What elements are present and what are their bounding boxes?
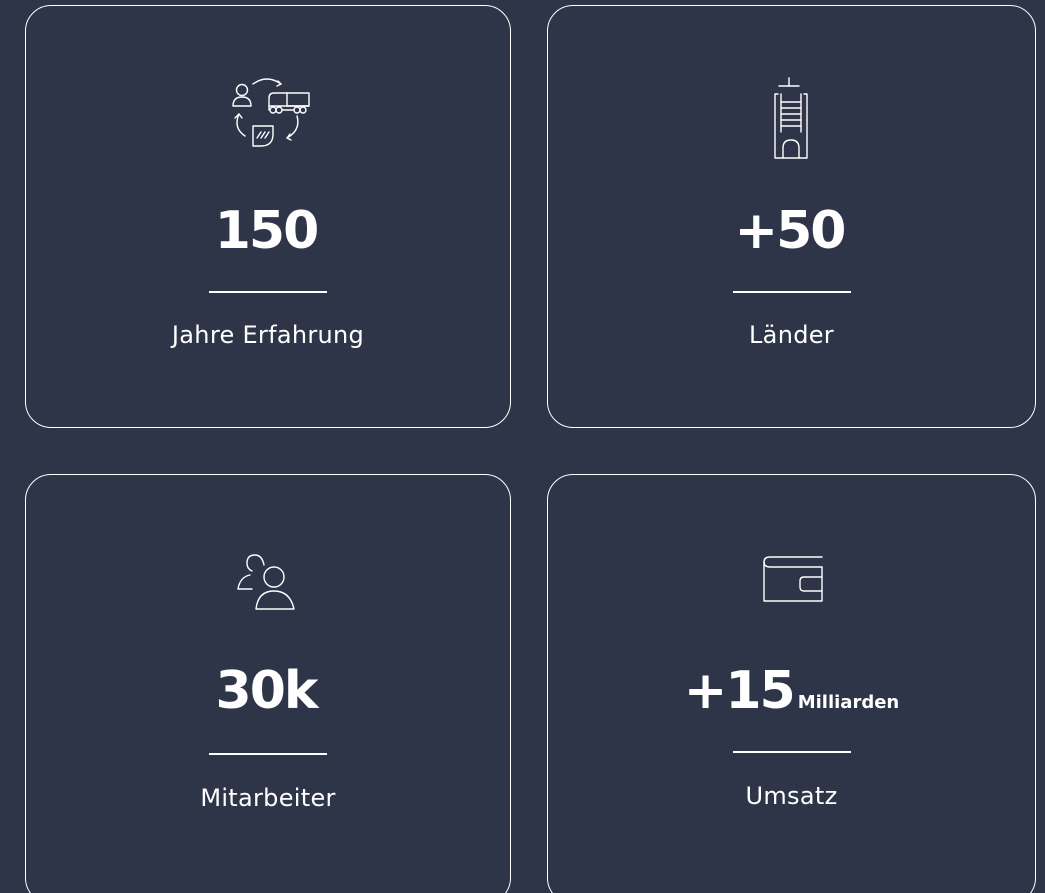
stat-card-countries: +50 Länder [547,5,1036,428]
divider [732,751,851,753]
stat-card-employees: 30k Mitarbeiter [25,474,511,893]
stat-label: Mitarbeiter [200,784,336,812]
logistics-cycle-icon [232,78,310,147]
stat-value: +15 Milliarden [683,661,900,721]
divider [732,291,851,293]
stats-grid: 150 Jahre Erfahrung +50 Länder 30k Mitar… [0,0,1045,893]
stat-label: Jahre Erfahrung [171,321,365,349]
divider [209,291,327,293]
stat-label: Umsatz [745,782,838,810]
stat-card-revenue: +15 Milliarden Umsatz [547,474,1036,893]
stat-value: 30k [215,661,319,721]
stat-value: 150 [214,201,320,261]
wallet-icon [762,556,823,602]
divider [209,753,327,755]
stat-value: +50 [734,201,847,261]
building-icon [773,77,808,159]
stat-label: Länder [749,321,834,349]
stat-card-experience: 150 Jahre Erfahrung [25,5,511,428]
stat-unit: Milliarden [797,692,900,713]
people-icon [237,554,295,610]
